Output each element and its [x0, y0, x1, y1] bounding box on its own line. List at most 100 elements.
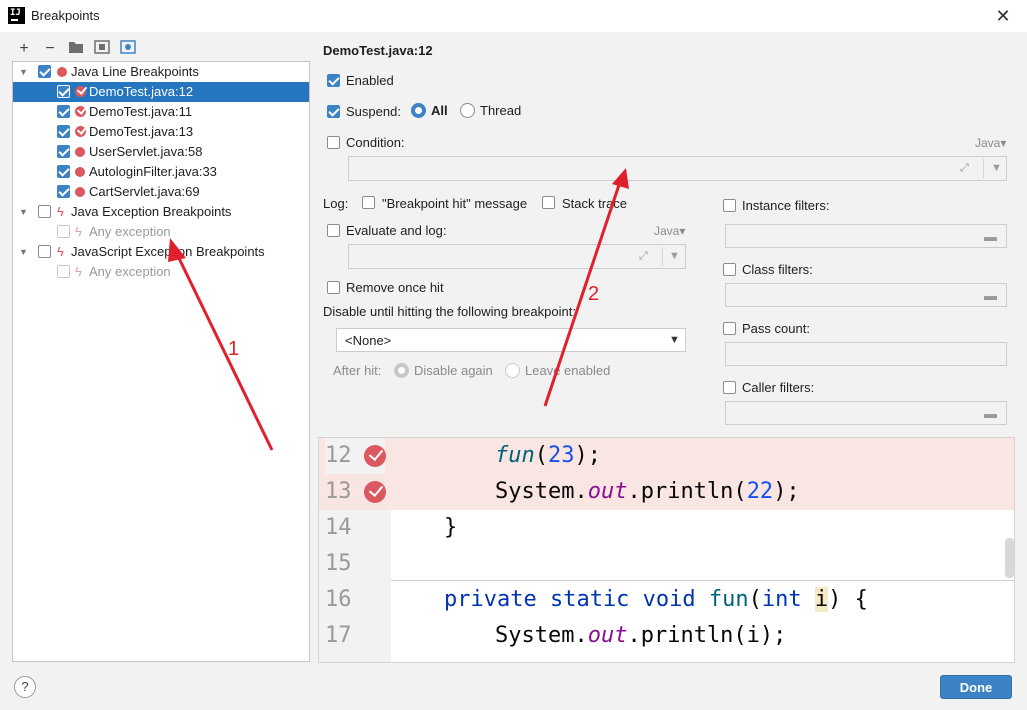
class-filters-field[interactable]: ▬	[725, 283, 1007, 307]
log-label: Log:	[323, 196, 349, 211]
chevron-down-icon[interactable]: ▼	[19, 62, 28, 82]
tree-item[interactable]: AutologinFilter.java:33	[13, 162, 309, 182]
folder-icon	[69, 42, 83, 53]
chevron-down-icon[interactable]: ▼	[19, 202, 28, 222]
code-line: 16 private static void fun(int i) {	[319, 582, 1014, 618]
line-number: 17	[325, 623, 352, 648]
tree-group-javascript-exception[interactable]: ▼ ϟ JavaScript Exception Breakpoints	[13, 242, 309, 262]
stack-trace-label: Stack trace	[562, 196, 628, 211]
code-text: System.out.println(i);	[495, 623, 787, 648]
expand-icon[interactable]: ⤢	[960, 162, 969, 175]
group-checkbox[interactable]	[38, 245, 51, 258]
suspend-thread-radio[interactable]	[460, 103, 475, 118]
group-icon	[94, 40, 110, 54]
breakpoint-gutter-icon[interactable]	[364, 481, 386, 503]
code-line: 15	[319, 546, 1014, 582]
tree-item[interactable]: DemoTest.java:11	[13, 102, 309, 122]
suspend-all-radio[interactable]	[411, 103, 426, 118]
disable-until-select[interactable]: <None> ▼	[336, 328, 686, 352]
pass-count-checkbox[interactable]	[723, 322, 736, 335]
evaluate-language[interactable]: Java▾	[654, 224, 685, 238]
tree-group-java-line[interactable]: ▼ Java Line Breakpoints	[13, 62, 309, 82]
tree-item[interactable]: ϟ Any exception	[13, 262, 309, 282]
folder-browse-icon[interactable]: ▬	[984, 288, 997, 303]
tree-item[interactable]: ϟ Any exception	[13, 222, 309, 242]
instance-filters-checkbox[interactable]	[723, 199, 736, 212]
line-number: 16	[325, 587, 352, 612]
suspend-checkbox[interactable]	[327, 105, 340, 118]
evaluate-log-field[interactable]: ⤢ ▼	[348, 244, 686, 269]
item-checkbox[interactable]	[57, 105, 70, 118]
close-button[interactable]: ✕	[990, 4, 1016, 28]
chevron-down-icon[interactable]: ▼	[669, 250, 680, 262]
item-checkbox[interactable]	[57, 145, 70, 158]
breakpoints-tree[interactable]: ▼ Java Line Breakpoints DemoTest.java:12…	[12, 61, 310, 662]
verified-breakpoint-icon	[75, 126, 86, 137]
disable-again-label: Disable again	[414, 363, 493, 378]
tree-item-label: DemoTest.java:12	[89, 84, 194, 99]
caller-filters-field[interactable]: ▬	[725, 401, 1007, 425]
breakpoint-gutter-icon[interactable]	[364, 445, 386, 467]
intellij-logo-icon: IJ	[8, 7, 25, 24]
chevron-down-icon[interactable]: ▼	[19, 242, 28, 262]
tree-item-label: UserServlet.java:58	[89, 144, 203, 159]
group-by-package-button[interactable]	[92, 40, 112, 58]
stack-trace-checkbox[interactable]	[542, 196, 555, 209]
item-checkbox[interactable]	[57, 125, 70, 138]
code-preview[interactable]: 12 fun(23); 13 System.out.println(22); 1…	[318, 437, 1015, 663]
pass-count-field[interactable]	[725, 342, 1007, 366]
suspend-all-label: All	[431, 103, 448, 118]
disable-again-radio[interactable]	[394, 363, 409, 378]
condition-checkbox[interactable]	[327, 136, 340, 149]
folder-browse-icon[interactable]: ▬	[984, 406, 997, 421]
class-filters-checkbox[interactable]	[723, 263, 736, 276]
tree-item[interactable]: UserServlet.java:58	[13, 142, 309, 162]
log-hit-message-checkbox[interactable]	[362, 196, 375, 209]
tree-item[interactable]: DemoTest.java:12	[13, 82, 309, 102]
group-checkbox[interactable]	[38, 205, 51, 218]
item-checkbox[interactable]	[57, 185, 70, 198]
group-by-file-button[interactable]	[66, 40, 86, 58]
evaluate-log-checkbox[interactable]	[327, 224, 340, 237]
remove-once-hit-checkbox[interactable]	[327, 281, 340, 294]
evaluate-log-label: Evaluate and log:	[346, 223, 447, 238]
tree-item[interactable]: CartServlet.java:69	[13, 182, 309, 202]
help-button[interactable]: ?	[14, 676, 36, 698]
caller-filters-checkbox[interactable]	[723, 381, 736, 394]
code-text: }	[444, 515, 458, 540]
item-checkbox[interactable]	[57, 85, 70, 98]
tree-item-label: DemoTest.java:11	[89, 104, 193, 119]
folder-browse-icon[interactable]: ▬	[984, 229, 997, 244]
line-number: 14	[325, 515, 352, 540]
enabled-checkbox[interactable]	[327, 74, 340, 87]
remove-breakpoint-button[interactable]: −	[40, 40, 60, 58]
editor-scrollbar[interactable]	[1005, 538, 1014, 578]
item-checkbox[interactable]	[57, 165, 70, 178]
code-line: 12 fun(23);	[319, 438, 1014, 474]
item-checkbox[interactable]	[57, 225, 70, 238]
tree-item-label: AutologinFilter.java:33	[89, 164, 217, 179]
group-checkbox[interactable]	[38, 65, 51, 78]
instance-filters-label: Instance filters:	[742, 198, 830, 213]
tree-group-java-exception[interactable]: ▼ ϟ Java Exception Breakpoints	[13, 202, 309, 222]
details-header: DemoTest.java:12	[323, 43, 433, 58]
log-hit-message-label: "Breakpoint hit" message	[382, 196, 528, 211]
breakpoint-icon	[75, 147, 85, 157]
tree-group-label: Java Exception Breakpoints	[71, 204, 232, 219]
tree-item[interactable]: DemoTest.java:13	[13, 122, 309, 142]
instance-filters-field[interactable]: ▬	[725, 224, 1007, 248]
exception-bolt-icon: ϟ	[75, 224, 82, 239]
expand-icon[interactable]: ⤢	[639, 250, 648, 263]
condition-language[interactable]: Java▾	[975, 136, 1006, 150]
tree-group-label: JavaScript Exception Breakpoints	[71, 244, 265, 259]
item-checkbox[interactable]	[57, 265, 70, 278]
chevron-down-icon[interactable]: ▼	[991, 162, 1002, 174]
leave-enabled-radio[interactable]	[505, 363, 520, 378]
pass-count-label: Pass count:	[742, 321, 810, 336]
done-button[interactable]: Done	[940, 675, 1012, 699]
view-options-button[interactable]	[118, 40, 138, 58]
add-breakpoint-button[interactable]: +	[14, 40, 34, 58]
disable-until-value: <None>	[345, 333, 392, 348]
condition-field[interactable]: ⤢ ▼	[348, 156, 1007, 181]
breakpoint-icon	[57, 67, 67, 77]
